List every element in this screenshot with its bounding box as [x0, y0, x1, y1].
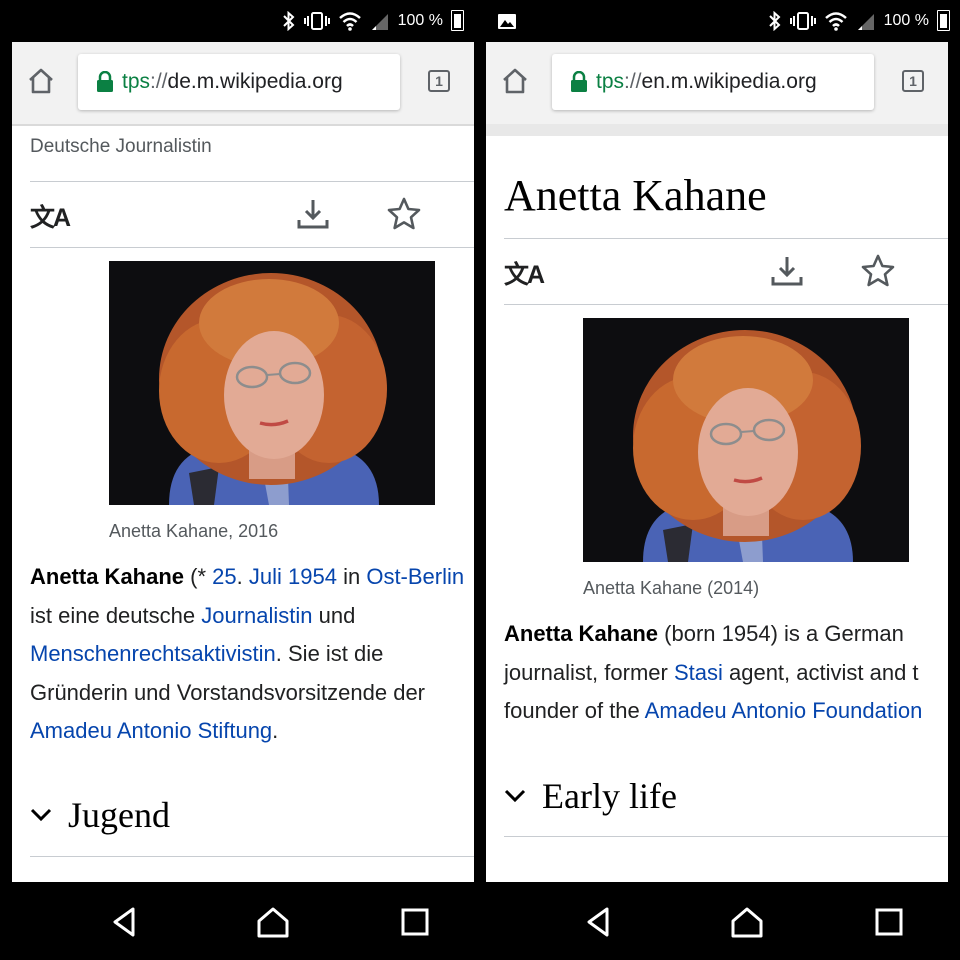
paragraph-text: (* — [184, 564, 213, 589]
signal-icon — [371, 13, 388, 30]
url-separator: :// — [150, 70, 168, 93]
browser-screen-en: tps://en.m.wikipedia.org 1 Anetta Kahane… — [486, 42, 948, 882]
url-scheme: tps — [596, 70, 625, 93]
url-host: de.m.wikipedia.org — [167, 70, 343, 93]
bluetooth-icon — [282, 10, 295, 31]
divider — [30, 181, 474, 182]
paragraph-text: journalist, former — [504, 659, 674, 685]
paragraph-line: founder of the Amadeu Antonio Foundation — [504, 692, 922, 731]
paragraph-line: ist eine deutsche Journalistin und — [30, 597, 464, 636]
browser-toolbar: tps://de.m.wikipedia.org 1 — [12, 42, 474, 126]
url-host: en.m.wikipedia.org — [641, 70, 817, 93]
battery-percent: 100 % — [397, 11, 443, 29]
vibrate-icon — [303, 11, 330, 30]
divider — [504, 238, 948, 239]
signal-icon — [857, 13, 874, 30]
language-icon[interactable]: 文A — [504, 255, 545, 291]
paragraph-line: journalist, former Stasi agent, activist… — [504, 654, 922, 693]
vibrate-icon — [789, 11, 816, 30]
section-title: Jugend — [68, 795, 170, 835]
article-subject-bold: Anetta Kahane — [30, 564, 185, 589]
divider — [504, 304, 948, 305]
tab-switcher-button[interactable]: 1 — [902, 70, 924, 92]
page-description: Deutsche Journalistin — [30, 136, 212, 157]
battery-percent: 100 % — [883, 11, 929, 29]
paragraph-text: Gründerin und Vorstandsvorsitzende der — [30, 679, 426, 705]
browser-toolbar: tps://en.m.wikipedia.org 1 — [486, 42, 948, 136]
star-icon[interactable] — [860, 253, 896, 289]
wifi-icon — [338, 11, 361, 31]
portrait-image[interactable] — [583, 318, 909, 562]
battery-icon — [937, 10, 950, 31]
tab-switcher-button[interactable]: 1 — [428, 70, 450, 92]
paragraph-text: . — [272, 718, 279, 743]
paragraph-line: Menschenrechtsaktivistin. Sie ist die — [30, 635, 464, 674]
recents-icon[interactable] — [871, 904, 907, 940]
gallery-notification-icon — [498, 14, 516, 29]
star-icon[interactable] — [386, 196, 422, 232]
bluetooth-icon — [768, 10, 781, 31]
paragraph-text: in — [336, 564, 367, 589]
article-link[interactable]: Menschenrechtsaktivistin — [30, 641, 276, 666]
navigation-bar — [0, 882, 960, 960]
chevron-down-icon — [504, 789, 526, 803]
page-title: Anetta Kahane — [504, 171, 767, 220]
home-icon[interactable] — [729, 904, 765, 940]
lead-paragraph: Anetta Kahane (born 1954) is a German jou… — [504, 615, 922, 731]
lock-icon — [571, 71, 587, 92]
paragraph-text: und — [312, 602, 356, 628]
home-icon[interactable] — [500, 66, 530, 96]
paragraph-line: Amadeu Antonio Stiftung. — [30, 712, 464, 751]
divider — [504, 836, 948, 837]
section-heading-jugend[interactable]: Jugend — [30, 794, 170, 836]
portrait-image[interactable] — [109, 261, 435, 505]
divider — [30, 856, 474, 857]
paragraph-text: agent, activist and t — [722, 659, 919, 685]
status-bar-left: 100 % — [0, 0, 474, 42]
paragraph-text: founder of the — [504, 698, 645, 723]
status-bar-right: 100 % — [486, 0, 960, 42]
divider — [30, 247, 474, 248]
article-link[interactable]: Juli 1954 — [249, 564, 337, 589]
image-caption: Anetta Kahane (2014) — [583, 578, 760, 598]
browser-screen-de: tps://de.m.wikipedia.org 1 Deutsche Jour… — [12, 42, 474, 882]
paragraph-text: . — [236, 564, 249, 589]
recents-icon[interactable] — [397, 904, 433, 940]
article-link[interactable]: 25 — [212, 564, 236, 589]
article-link[interactable]: Amadeu Antonio Stiftung — [30, 718, 272, 743]
url-bar[interactable]: tps://de.m.wikipedia.org — [78, 54, 400, 110]
image-caption: Anetta Kahane, 2016 — [109, 521, 279, 541]
lock-icon — [97, 71, 113, 92]
url-separator: :// — [624, 70, 642, 93]
lead-paragraph: Anetta Kahane (* 25. Juli 1954 in Ost-Be… — [30, 558, 464, 751]
paragraph-line: Anetta Kahane (born 1954) is a German — [504, 615, 922, 654]
paragraph-text: . Sie ist die — [275, 641, 384, 666]
back-icon[interactable] — [107, 904, 143, 940]
chevron-down-icon — [30, 808, 52, 822]
article-link[interactable]: Ost-Berlin — [366, 564, 464, 589]
section-title: Early life — [542, 776, 677, 816]
url-bar[interactable]: tps://en.m.wikipedia.org — [552, 54, 874, 110]
battery-icon — [451, 10, 464, 31]
url-scheme: tps — [122, 70, 151, 93]
wifi-icon — [824, 11, 847, 31]
section-heading-early-life[interactable]: Early life — [504, 775, 677, 817]
article-link[interactable]: Amadeu Antonio Foundation — [645, 698, 923, 723]
paragraph-line: Gründerin und Vorstandsvorsitzende der — [30, 674, 464, 713]
download-icon[interactable] — [769, 253, 805, 289]
language-icon[interactable]: 文A — [30, 198, 71, 234]
home-icon[interactable] — [255, 904, 291, 940]
article-link[interactable]: Journalistin — [201, 603, 312, 628]
back-icon[interactable] — [581, 904, 617, 940]
paragraph-text: (born 1954) is a German — [658, 621, 904, 646]
paragraph-text: ist eine deutsche — [30, 602, 202, 628]
article-link[interactable]: Stasi — [674, 660, 723, 685]
home-icon[interactable] — [26, 66, 56, 96]
download-icon[interactable] — [295, 196, 331, 232]
paragraph-line: Anetta Kahane (* 25. Juli 1954 in Ost-Be… — [30, 558, 464, 597]
article-subject-bold: Anetta Kahane — [504, 621, 659, 646]
